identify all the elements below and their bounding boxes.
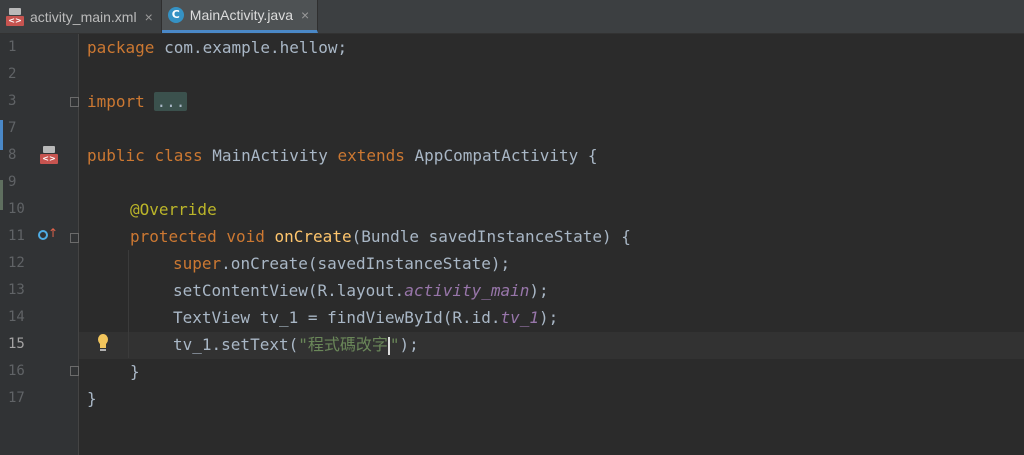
tab-label: MainActivity.java <box>189 7 293 23</box>
code-line-current[interactable]: tv_1.setText("程式碼改字 "); <box>173 331 419 358</box>
line-number[interactable]: 1 <box>8 34 32 61</box>
code-line[interactable]: @Override <box>130 196 217 223</box>
tool-window-strip <box>0 180 3 210</box>
code-line[interactable]: } <box>130 358 140 385</box>
tab-label: activity_main.xml <box>30 8 137 25</box>
line-number[interactable]: 11 <box>8 223 32 250</box>
line-number-current[interactable]: 15 <box>8 331 32 358</box>
line-number[interactable]: 2 <box>8 61 32 88</box>
indent-guide <box>128 250 129 358</box>
line-number[interactable]: 12 <box>8 250 32 277</box>
override-method-icon[interactable]: ↑ <box>38 226 58 244</box>
code-line[interactable]: setContentView(R.layout.activity_main); <box>173 277 549 304</box>
code-line[interactable]: super.onCreate(savedInstanceState); <box>173 250 510 277</box>
fold-toggle-icon[interactable] <box>70 97 79 107</box>
line-number[interactable]: 9 <box>8 169 32 196</box>
code-line[interactable]: } <box>87 385 97 412</box>
line-number[interactable]: 10 <box>8 196 32 223</box>
fold-toggle-icon[interactable] <box>70 366 79 376</box>
close-icon[interactable]: × <box>145 9 153 25</box>
tool-window-strip <box>0 120 3 150</box>
code-line[interactable]: public class MainActivity extends AppCom… <box>87 142 598 169</box>
line-number[interactable]: 16 <box>8 358 32 385</box>
code-line[interactable]: TextView tv_1 = findViewById(R.id.tv_1); <box>173 304 558 331</box>
line-number[interactable]: 8 <box>8 142 32 169</box>
related-xml-layout-icon[interactable]: <> <box>40 146 58 164</box>
fold-toggle-icon[interactable] <box>70 233 79 243</box>
code-line[interactable]: import ... <box>87 88 188 115</box>
lightbulb-intention-icon[interactable] <box>96 333 110 353</box>
line-number[interactable]: 3 <box>8 88 32 115</box>
tab-main-activity-java[interactable]: C MainActivity.java × <box>161 0 319 33</box>
line-number[interactable]: 14 <box>8 304 32 331</box>
xml-layout-file-icon: <> <box>6 7 24 26</box>
line-number[interactable]: 17 <box>8 385 32 412</box>
editor-tab-bar: <> activity_main.xml × C MainActivity.ja… <box>0 0 1024 34</box>
code-line[interactable]: package com.example.hellow; <box>87 34 347 61</box>
code-line[interactable]: protected void onCreate(Bundle savedInst… <box>130 223 631 250</box>
line-number[interactable]: 13 <box>8 277 32 304</box>
folded-imports[interactable]: ... <box>154 92 188 111</box>
line-number[interactable]: 7 <box>8 115 32 142</box>
close-icon[interactable]: × <box>301 7 309 23</box>
java-class-icon: C <box>167 7 184 23</box>
tab-activity-main-xml[interactable]: <> activity_main.xml × <box>0 0 162 33</box>
